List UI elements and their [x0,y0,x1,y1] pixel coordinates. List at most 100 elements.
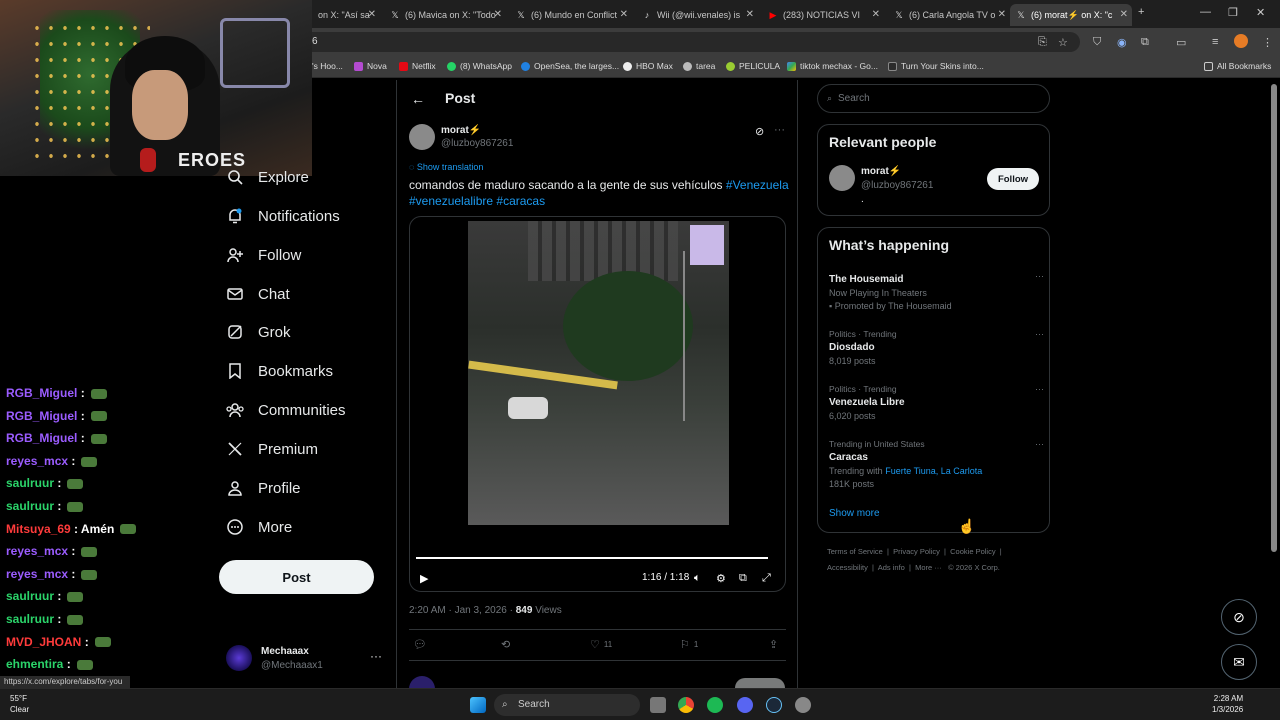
settings-icon[interactable]: ⚙ [716,572,726,585]
nav-more[interactable]: More [226,512,292,542]
video-player[interactable]: ▶ 1:16 / 1:18 🔈︎ ⚙ ⧉ ⤢ [409,216,786,592]
show-more-link[interactable]: Show more [829,508,880,519]
video-frame[interactable] [468,221,729,525]
chat-username[interactable]: saulruur [6,589,54,603]
like-button[interactable]: ♡ 11 [590,638,612,651]
account-switcher[interactable]: Mechaaax @Mechaaax1 ··· [226,643,386,675]
chat-username[interactable]: reyes_mcx [6,567,68,581]
shield-icon[interactable]: ⛉ [1093,36,1101,49]
trend-item[interactable]: Politics · Trending Venezuela Libre 6,02… [829,384,1044,421]
close-tab-icon[interactable]: ✕ [746,9,754,20]
bookmark-item[interactable]: Netflix [399,61,436,71]
more-icon[interactable]: ··· [370,649,382,663]
footer-link[interactable]: Terms of Service [827,547,883,556]
bookmark-button[interactable]: ⚐ 1 [680,638,698,651]
maximize-icon[interactable]: ❐ [1228,6,1238,19]
browser-tab[interactable]: on X: "Así sa ✕ [312,4,380,26]
follow-button[interactable]: Follow [987,168,1039,190]
reply-button[interactable]: 💬︎ [413,638,427,651]
taskbar-search[interactable]: ⌕ Search [494,694,640,716]
browser-tab[interactable]: 𝕏 (6) Mavica on X: "Todo ✕ [384,4,506,26]
grok-fab-icon[interactable]: ⊘ [1221,599,1257,635]
chat-username[interactable]: Mitsuya_69 [6,522,71,536]
extension-icon[interactable]: ◉ [1117,36,1127,49]
bookmark-item[interactable]: Turn Your Skins into... [888,61,984,71]
install-icon[interactable]: ⎘ [1038,36,1047,49]
star-icon[interactable]: ☆ [1058,36,1068,49]
trend-link[interactable]: Fuerte Tiuna, La Carlota [885,466,982,476]
chat-username[interactable]: reyes_mcx [6,454,68,468]
messages-fab-icon[interactable]: ✉ [1221,644,1257,680]
chat-username[interactable]: saulruur [6,476,54,490]
close-tab-icon[interactable]: ✕ [1120,9,1128,20]
chat-username[interactable]: RGB_Miguel [6,409,77,423]
weather-widget[interactable]: 55°F Clear [10,693,29,715]
address-bar[interactable]: 6 [300,32,1080,52]
nav-communities[interactable]: Communities [226,395,346,425]
play-icon[interactable]: ▶ [420,572,428,585]
task-view-icon[interactable] [650,697,666,713]
chat-username[interactable]: saulruur [6,612,54,626]
hashtag-link[interactable]: #Venezuela [726,178,789,192]
fullscreen-icon[interactable]: ⤢ [762,572,771,585]
bookmark-item[interactable]: (8) WhatsApp [447,61,512,71]
close-tab-icon[interactable]: ✕ [620,9,628,20]
all-bookmarks[interactable]: All Bookmarks [1204,61,1271,71]
more-icon[interactable]: ··· [1035,271,1044,281]
puzzle-icon[interactable]: ⧉ [1141,36,1149,49]
footer-link[interactable]: More ··· [915,563,942,572]
browser-tab[interactable]: ▶ (283) NOTICIAS VI ✕ [762,4,884,26]
grok-icon[interactable]: ⊘ [755,125,764,138]
relevant-name[interactable]: morat⚡ [861,166,901,177]
close-tab-icon[interactable]: ✕ [368,9,376,20]
show-translation-link[interactable]: ◌ Show translation [409,162,483,172]
nav-premium[interactable]: Premium [226,434,318,464]
footer-link[interactable]: Accessibility [827,563,868,572]
close-window-icon[interactable]: ✕ [1256,6,1265,19]
clock[interactable]: 2:28 AM 1/3/2026 [1212,693,1243,715]
browser-tab[interactable]: 𝕏 (6) Carla Angola TV o ✕ [888,4,1010,26]
chat-username[interactable]: MVD_JHOAN [6,635,81,649]
footer-link[interactable]: Cookie Policy [950,547,995,556]
chat-username[interactable]: saulruur [6,499,54,513]
footer-link[interactable]: Ads info [878,563,905,572]
bookmark-item[interactable]: HBO Max [623,61,673,71]
author-avatar[interactable] [409,124,435,150]
pip-icon[interactable]: ⧉ [739,572,747,585]
browser-tab[interactable]: ♪ Wii (@wii.venales) is ✕ [636,4,758,26]
start-icon[interactable] [470,697,486,713]
share-button[interactable]: ⇪ [769,638,778,651]
relevant-handle[interactable]: @luzboy867261 [861,180,933,191]
hashtag-link[interactable]: #caracas [496,194,545,208]
footer-link[interactable]: Privacy Policy [893,547,940,556]
hashtag-link[interactable]: #venezuelalibre [409,194,493,208]
trend-item[interactable]: Trending in United States Caracas Trendi… [829,439,1044,489]
chat-username[interactable]: RGB_Miguel [6,431,77,445]
close-tab-icon[interactable]: ✕ [872,9,880,20]
sidepanel-icon[interactable]: ▭ [1176,36,1186,49]
back-arrow-icon[interactable]: ← [411,91,425,107]
media-icon[interactable]: ≡ [1212,36,1218,48]
new-tab-icon[interactable]: + [1138,6,1144,18]
nav-grok[interactable]: Grok [226,317,291,347]
bookmark-item[interactable]: OpenSea, the larges... [521,61,619,71]
more-icon[interactable]: ··· [1035,329,1044,339]
steam-icon[interactable] [766,697,782,713]
more-icon[interactable]: ··· [1035,384,1044,394]
repost-button[interactable]: ⟲ [501,638,510,651]
more-icon[interactable]: ··· [774,124,785,136]
browser-tab[interactable]: 𝕏 (6) Mundo en Conflict ✕ [510,4,632,26]
bookmark-item[interactable]: Nova [354,61,387,71]
close-tab-icon[interactable]: ✕ [494,9,502,20]
search-input[interactable]: ⌕ Search [817,84,1050,113]
bookmark-item[interactable]: tarea [683,61,715,71]
discord-icon[interactable] [737,697,753,713]
scrollbar[interactable] [1271,84,1277,552]
chat-username[interactable]: reyes_mcx [6,544,68,558]
profile-avatar[interactable] [1234,34,1248,48]
spotify-icon[interactable] [707,697,723,713]
avatar[interactable] [829,165,855,191]
bookmark-item[interactable]: 's Hoo... [312,61,343,71]
close-tab-icon[interactable]: ✕ [998,9,1006,20]
trend-item[interactable]: The Housemaid Now Playing In Theaters ▪ … [829,271,1044,311]
